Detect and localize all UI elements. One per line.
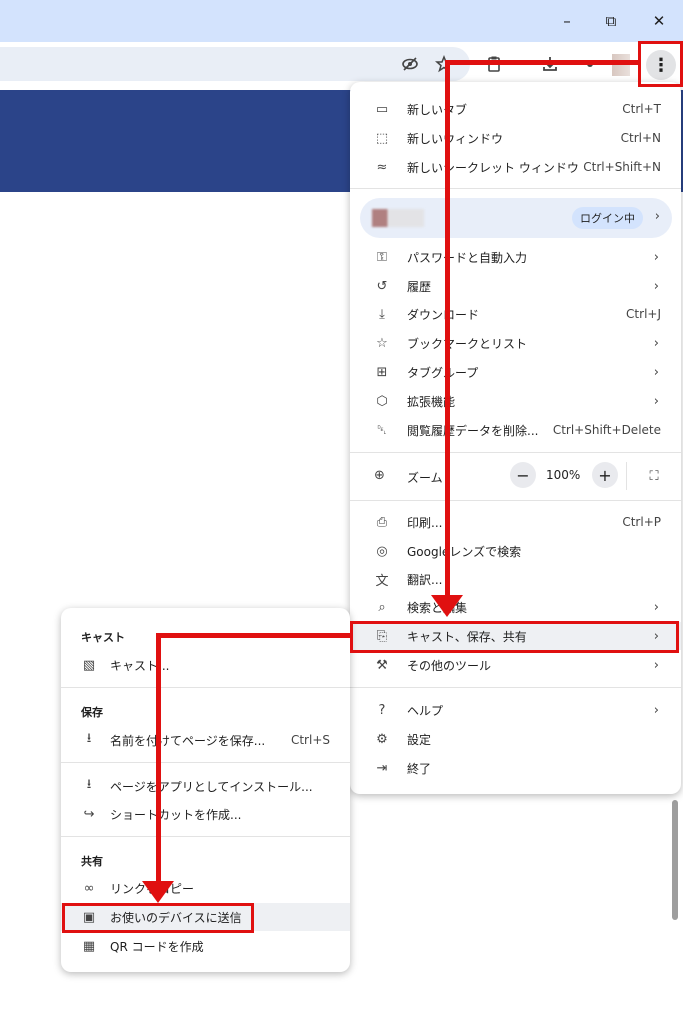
profile-avatar-blurred (372, 209, 424, 227)
annotation-arrow-segment (156, 633, 161, 883)
chevron-right-icon: › (653, 335, 659, 351)
translate-icon: 文 (375, 573, 389, 589)
menu-item-bookmarks[interactable]: ☆ ブックマークとリスト › (350, 329, 681, 357)
annotation-arrow-segment (445, 60, 640, 65)
menu-separator (350, 500, 681, 501)
help-icon: ? (378, 702, 386, 718)
fullscreen-icon[interactable]: ⛶ (641, 464, 667, 488)
menu-separator (61, 687, 350, 688)
annotation-arrow-segment (156, 633, 350, 638)
chevron-right-icon: › (653, 393, 659, 409)
menu-item-new-incognito[interactable]: ≈ 新しいシークレット ウィンドウ Ctrl+Shift+N (350, 153, 681, 181)
menu-item-translate[interactable]: 文 翻訳... (350, 565, 681, 593)
submenu-item-create-qr-code[interactable]: ▦ QR コードを作成 (61, 932, 350, 960)
find-icon: ⌕ (378, 599, 386, 615)
zoom-in-button[interactable]: + (592, 462, 618, 488)
close-icon[interactable]: ✕ (646, 10, 672, 32)
cast-icon: ▧ (82, 657, 96, 673)
trash-icon: ␡ (376, 422, 388, 438)
menu-item-downloads[interactable]: ⤓ ダウンロード Ctrl+J (350, 300, 681, 328)
tab-groups-icon: ⊞ (376, 364, 388, 380)
chrome-main-menu: ▭ 新しいタブ Ctrl+T ⬚ 新しいウィンドウ Ctrl+N ≈ 新しいシー… (350, 82, 681, 794)
zoom-divider (626, 462, 627, 490)
submenu-item-cast[interactable]: ▧ キャスト... (61, 651, 350, 679)
menu-item-new-tab[interactable]: ▭ 新しいタブ Ctrl+T (350, 95, 681, 123)
menu-item-google-lens[interactable]: ◎ Googleレンズで検索 (350, 537, 681, 565)
menu-separator (350, 452, 681, 453)
submenu-item-save-page-as[interactable]: ⭳ 名前を付けてページを保存... Ctrl+S (61, 726, 350, 754)
minimize-icon[interactable]: – (554, 10, 580, 32)
toolbox-icon: ⚒ (376, 657, 388, 673)
incognito-icon: ≈ (376, 159, 388, 175)
menu-item-tab-groups[interactable]: ⊞ タブグループ › (350, 358, 681, 386)
new-window-icon: ⬚ (375, 130, 389, 146)
download-icon: ⤓ (379, 306, 385, 322)
settings-icon: ⚙ (376, 731, 388, 747)
menu-separator (350, 687, 681, 688)
exit-icon: ⇥ (376, 760, 388, 776)
zoom-icon: ⊕ (374, 468, 385, 483)
profile-row[interactable]: ログイン中 › (360, 198, 672, 238)
menu-separator (350, 188, 681, 189)
link-icon: ∞ (83, 880, 95, 896)
annotation-arrow-segment (445, 60, 450, 595)
zoom-row: ⊕ ズーム − 100% + ⛶ (350, 462, 681, 490)
menu-item-exit[interactable]: ⇥ 終了 (350, 754, 681, 782)
chevron-right-icon: › (653, 249, 659, 265)
section-header-save: 保存 (81, 706, 103, 719)
chevron-right-icon: › (653, 657, 659, 673)
chevron-right-icon: › (653, 364, 659, 380)
scrollbar-thumb[interactable] (672, 800, 678, 920)
menu-item-clear-browsing-data[interactable]: ␡ 閲覧履歴データを削除... Ctrl+Shift+Delete (350, 416, 681, 444)
save-page-icon: ⭳ (86, 731, 92, 746)
submenu-item-install-app[interactable]: ⭳ ページをアプリとしてインストール... (61, 772, 350, 800)
menu-item-find-and-edit[interactable]: ⌕ 検索と編集 › (350, 593, 681, 621)
google-lens-icon: ◎ (376, 543, 388, 559)
star-icon: ☆ (376, 335, 388, 351)
annotation-arrowhead (431, 595, 463, 617)
section-header-cast: キャスト (81, 631, 125, 644)
submenu-item-copy-link[interactable]: ∞ リンクをコピー (61, 874, 350, 902)
eye-off-icon[interactable] (398, 52, 422, 76)
extensions-icon: ⬡ (376, 393, 388, 409)
zoom-level: 100% (546, 468, 581, 482)
menu-item-more-tools[interactable]: ⚒ その他のツール › (350, 651, 681, 679)
annotation-box-send-to-devices (62, 903, 254, 933)
menu-item-help[interactable]: ? ヘルプ › (350, 696, 681, 724)
menu-separator (61, 836, 350, 837)
menu-item-extensions[interactable]: ⬡ 拡張機能 › (350, 387, 681, 415)
new-tab-icon: ▭ (375, 101, 389, 117)
print-icon: ⎙ (376, 514, 388, 530)
key-icon: ⚿ (377, 249, 387, 265)
restore-icon[interactable]: ⧉ (598, 10, 624, 32)
annotation-box-menu-button (638, 41, 683, 87)
menu-item-new-window[interactable]: ⬚ 新しいウィンドウ Ctrl+N (350, 124, 681, 152)
chevron-right-icon: › (653, 702, 659, 718)
chevron-right-icon: › (654, 209, 660, 224)
window-title-bar: – ⧉ ✕ (0, 0, 683, 42)
section-header-share: 共有 (81, 855, 103, 868)
annotation-box-cast-save-share (350, 621, 679, 653)
shortcut-icon: ↪ (83, 806, 95, 822)
menu-item-settings[interactable]: ⚙ 設定 (350, 725, 681, 753)
history-icon: ↺ (376, 278, 388, 294)
address-bar[interactable] (0, 47, 470, 81)
menu-item-print[interactable]: ⎙ 印刷... Ctrl+P (350, 508, 681, 536)
annotation-arrowhead (142, 881, 174, 903)
qr-code-icon: ▦ (82, 938, 96, 954)
menu-item-history[interactable]: ↺ 履歴 › (350, 272, 681, 300)
menu-separator (61, 762, 350, 763)
install-app-icon: ⭳ (86, 777, 92, 792)
menu-item-passwords[interactable]: ⚿ パスワードと自動入力 › (350, 243, 681, 271)
profile-avatar[interactable] (612, 54, 630, 76)
zoom-out-button[interactable]: − (510, 462, 536, 488)
chevron-right-icon: › (653, 278, 659, 294)
chevron-right-icon: › (653, 599, 659, 615)
signed-in-badge: ログイン中 (572, 207, 643, 229)
submenu-item-create-shortcut[interactable]: ↪ ショートカットを作成... (61, 800, 350, 828)
